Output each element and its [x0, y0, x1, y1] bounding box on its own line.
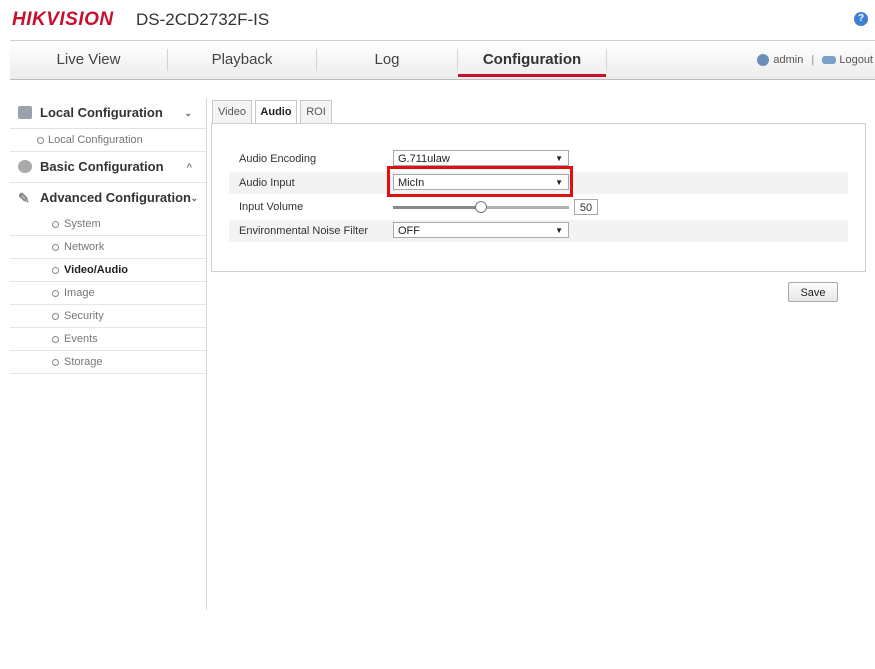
bullet-icon [37, 137, 44, 144]
sidebar-item-label: Local Configuration [48, 134, 143, 146]
tab-audio[interactable]: Audio [255, 100, 297, 125]
sidebar-group-label: Advanced Configuration [40, 190, 191, 205]
nav-divider [606, 49, 607, 71]
sidebar-item-network[interactable]: Network [10, 236, 206, 259]
bullet-icon [52, 290, 59, 297]
user-area: admin | Logout [757, 41, 873, 79]
brand-logo: HIKVISION [12, 9, 114, 30]
input-volume-label: Input Volume [239, 201, 304, 213]
bullet-icon [52, 359, 59, 366]
monitor-icon [18, 106, 32, 119]
save-button[interactable]: Save [788, 282, 838, 302]
bullet-icon [52, 267, 59, 274]
nav-tab-configuration[interactable]: Configuration [458, 41, 606, 79]
noise-filter-value: OFF [398, 225, 420, 237]
sidebar-item-label: Video/Audio [64, 264, 128, 276]
nav-tab-log[interactable]: Log [317, 41, 457, 79]
slider-fill [393, 206, 481, 209]
audio-encoding-label: Audio Encoding [239, 153, 317, 165]
noise-filter-label: Environmental Noise Filter [239, 225, 368, 237]
audio-input-row: Audio Input MicIn ▼ [229, 166, 848, 197]
slider-knob[interactable] [475, 201, 487, 213]
dropdown-arrow-icon: ▼ [555, 154, 563, 163]
sidebar-group-label: Local Configuration [40, 105, 163, 120]
main-nav: Live View Playback Log Configuration adm… [10, 40, 875, 80]
wrench-icon: ✎ [18, 190, 30, 206]
dropdown-arrow-icon: ▼ [555, 226, 563, 235]
sidebar-item-label: System [64, 218, 101, 230]
sidebar-item-local-configuration[interactable]: Local Configuration [10, 129, 206, 152]
chevron-up-icon[interactable]: ^ [187, 152, 192, 182]
user-icon [757, 54, 770, 67]
sidebar-group-advanced-configuration[interactable]: ✎ Advanced Configuration ⌄ [10, 183, 206, 213]
bullet-icon [52, 313, 59, 320]
tab-video[interactable]: Video [212, 100, 252, 124]
tab-roi[interactable]: ROI [300, 100, 332, 124]
noise-filter-select[interactable]: OFF ▼ [393, 222, 569, 238]
bullet-icon [52, 221, 59, 228]
noise-filter-row: Environmental Noise Filter OFF ▼ [229, 220, 848, 242]
audio-encoding-value: G.711ulaw [398, 153, 450, 165]
input-volume-row: Input Volume 50 [229, 196, 848, 218]
audio-encoding-select[interactable]: G.711ulaw ▼ [393, 150, 569, 166]
sidebar: Local Configuration ⌄ Local Configuratio… [10, 98, 206, 374]
sidebar-item-label: Events [64, 333, 98, 345]
header: HIKVISION DS-2CD2732F-IS ? [0, 0, 875, 38]
help-icon[interactable]: ? [854, 12, 868, 26]
sidebar-item-label: Security [64, 310, 104, 322]
chevron-down-icon[interactable]: ⌄ [184, 98, 192, 128]
input-volume-value[interactable]: 50 [574, 199, 598, 215]
sidebar-group-label: Basic Configuration [40, 159, 164, 174]
audio-input-label: Audio Input [239, 177, 295, 189]
logout-icon[interactable] [822, 56, 837, 65]
sidebar-item-label: Image [64, 287, 95, 299]
bullet-icon [52, 336, 59, 343]
nav-tab-live-view[interactable]: Live View [10, 41, 167, 79]
sidebar-item-storage[interactable]: Storage [10, 351, 206, 374]
sidebar-item-events[interactable]: Events [10, 328, 206, 351]
sidebar-group-local-configuration[interactable]: Local Configuration ⌄ [10, 98, 206, 129]
bullet-icon [52, 244, 59, 251]
device-model: DS-2CD2732F-IS [136, 10, 270, 29]
highlight-box [387, 166, 573, 197]
chevron-down-icon[interactable]: ⌄ [190, 183, 198, 213]
sidebar-item-label: Storage [64, 356, 103, 368]
sidebar-item-image[interactable]: Image [10, 282, 206, 305]
sidebar-group-basic-configuration[interactable]: Basic Configuration ^ [10, 152, 206, 183]
username: admin [773, 54, 804, 66]
sidebar-divider [206, 98, 207, 610]
nav-tab-playback[interactable]: Playback [168, 41, 316, 79]
sidebar-item-security[interactable]: Security [10, 305, 206, 328]
gear-icon [18, 160, 32, 173]
user-separator: | [811, 54, 815, 66]
input-volume-slider[interactable] [393, 201, 569, 213]
sidebar-item-label: Network [64, 241, 105, 253]
logout-link[interactable]: Logout [839, 54, 873, 66]
sidebar-item-system[interactable]: System [10, 213, 206, 236]
audio-settings-panel: Audio Encoding G.711ulaw ▼ Audio Input M… [211, 123, 866, 272]
sidebar-item-video-audio[interactable]: Video/Audio [10, 259, 206, 282]
